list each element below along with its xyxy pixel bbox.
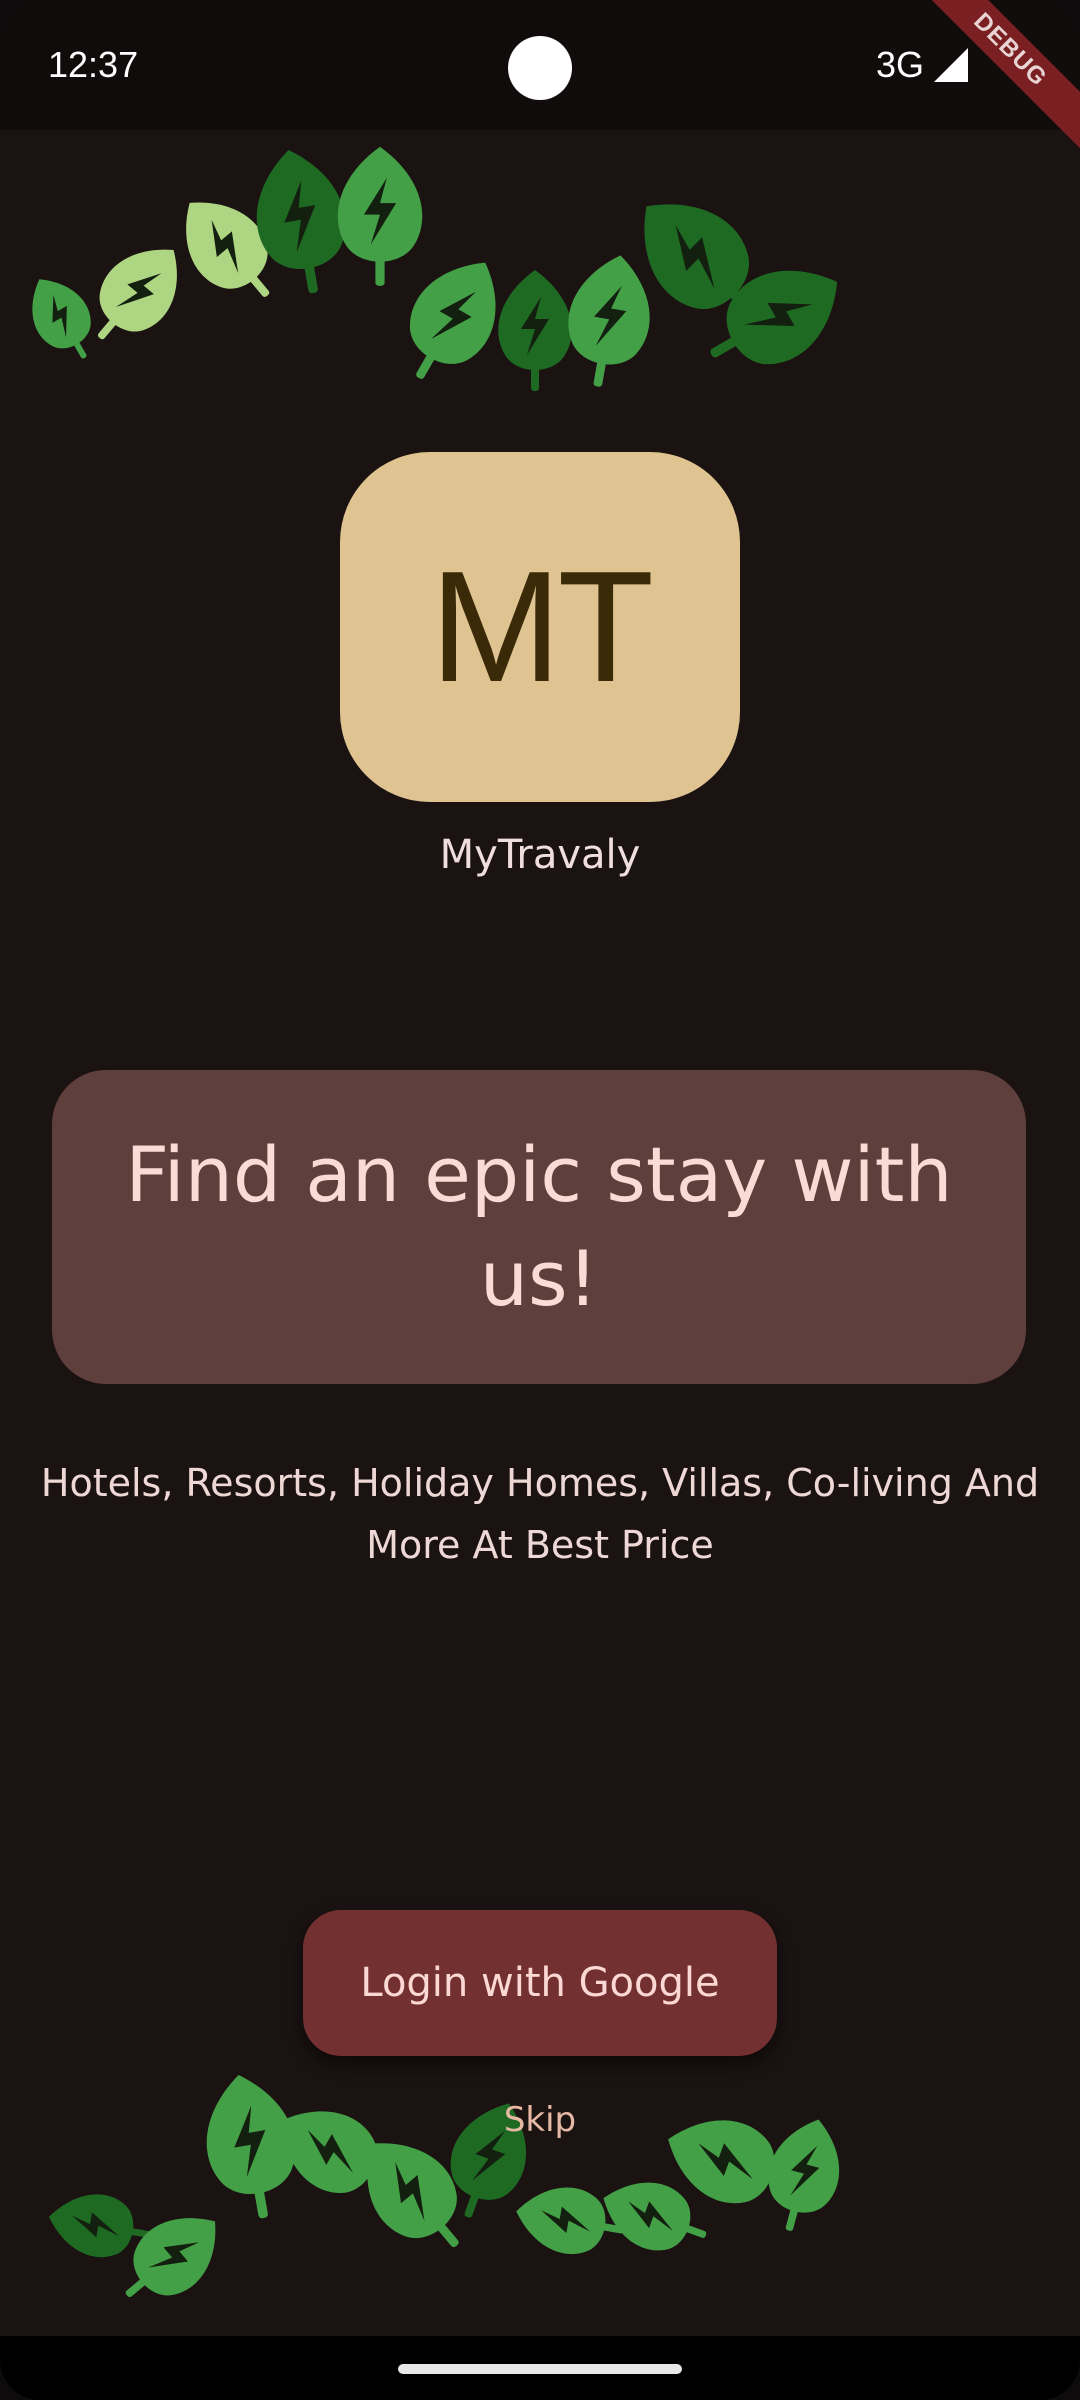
leaf-icon [510, 2178, 630, 2263]
network-type: 3G [876, 44, 925, 85]
cell-signal-icon [934, 48, 968, 82]
leaf-icon [557, 248, 661, 394]
leaf-icon [72, 227, 201, 361]
headline-card: Find an epic stay with us! [52, 1070, 1026, 1384]
headline-text: Find an epic stay with us! [125, 1130, 953, 1323]
logo-initials: MT [429, 538, 654, 715]
leaf-icon [337, 146, 423, 286]
camera-cutout [508, 36, 572, 100]
login-with-google-button[interactable]: Login with Google [303, 1910, 777, 2056]
leaves-decoration-bottom [43, 2067, 853, 2310]
skip-link[interactable]: Skip [0, 2100, 1080, 2140]
home-indicator[interactable] [398, 2364, 682, 2374]
status-time: 12:37 [48, 44, 139, 85]
subtitle-text: Hotels, Resorts, Holiday Homes, Villas, … [40, 1461, 1040, 1567]
status-bar: 12:37 3G [0, 0, 1080, 130]
leaves-decoration-top [15, 142, 860, 399]
leaf-icon [15, 265, 109, 372]
leaf-icon [498, 270, 572, 391]
app-logo: MT [340, 452, 740, 802]
app-name: MyTravaly [439, 832, 641, 878]
screen: 12:37 3G DEBUG MT MyTravaly Find an epic… [0, 0, 1080, 2400]
